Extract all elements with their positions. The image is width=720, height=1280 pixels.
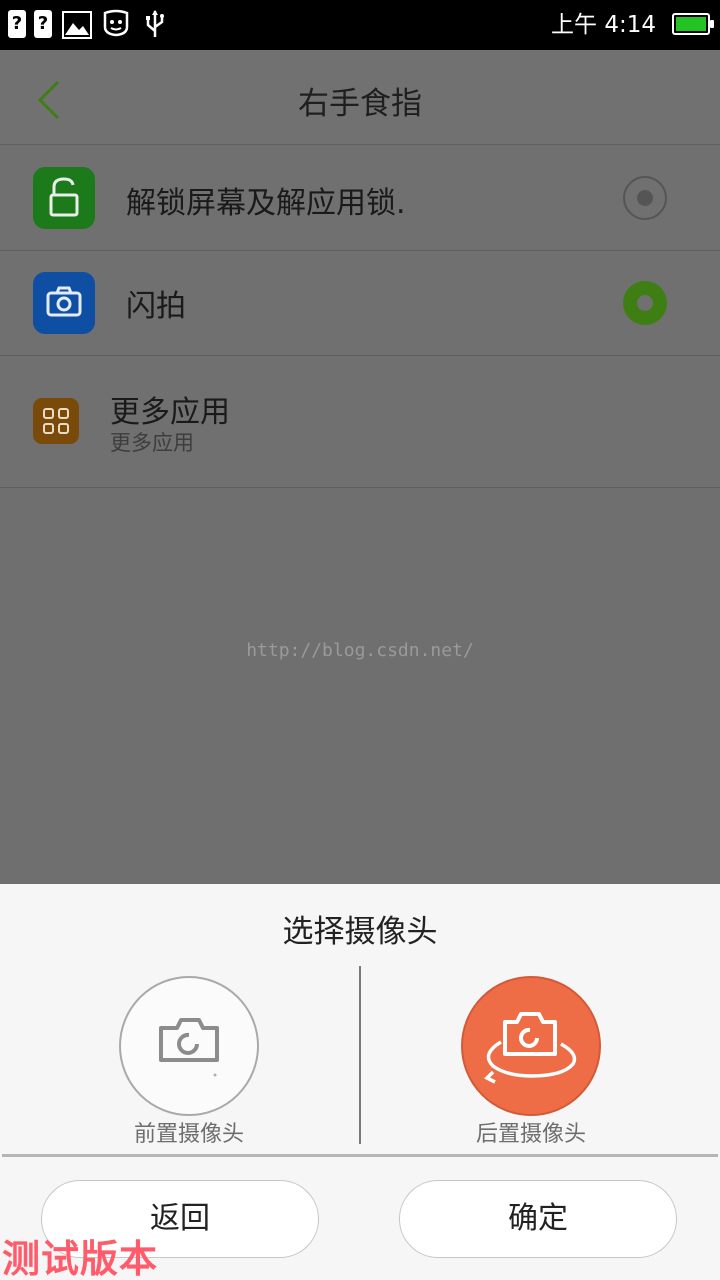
dialog-divider: [2, 1154, 718, 1157]
unknown-notification-icon: ?: [8, 10, 26, 38]
front-camera-option[interactable]: 前置摄像头: [69, 976, 309, 1147]
page-title: 右手食指: [298, 86, 422, 122]
list-item-unlock[interactable]: 解锁屏幕及解应用锁.: [0, 145, 720, 251]
gallery-icon: [62, 11, 92, 39]
list-item-more-apps[interactable]: 更多应用 更多应用: [0, 356, 720, 488]
clock: 上午 4:14: [551, 12, 656, 38]
usb-icon: [146, 10, 164, 37]
list-item-title: 解锁屏幕及解应用锁.: [126, 186, 406, 221]
camera-select-dialog: 选择摄像头 前置摄像头 后置摄像头 返回 确定: [0, 884, 720, 1280]
list-item-quick-shot[interactable]: 闪拍: [0, 251, 720, 356]
front-camera-label: 前置摄像头: [133, 1122, 244, 1147]
test-version-badge: 测试版本: [2, 1237, 159, 1280]
list-item-title: 更多应用: [110, 395, 230, 430]
confirm-button[interactable]: 确定: [399, 1180, 677, 1258]
radio-quick-shot[interactable]: [623, 281, 667, 325]
list-item-subtitle: 更多应用: [110, 431, 194, 455]
battery-icon: [672, 13, 714, 35]
face-app-icon: [103, 9, 129, 37]
front-camera-icon[interactable]: [119, 976, 259, 1116]
dialog-title: 选择摄像头: [282, 914, 438, 950]
apps-grid-icon: [33, 398, 79, 444]
unknown-notification-icon: ?: [34, 10, 52, 38]
status-bar: ? ? 上午 4:14: [0, 0, 720, 50]
option-divider: [359, 966, 361, 1144]
list-item-title: 闪拍: [126, 289, 186, 324]
radio-unlock[interactable]: [623, 176, 667, 220]
rear-camera-option[interactable]: 后置摄像头: [411, 976, 651, 1147]
rear-camera-label: 后置摄像头: [475, 1122, 586, 1147]
watermark: http://blog.csdn.net/: [246, 640, 474, 661]
camera-icon: [33, 272, 95, 334]
app-header: 右手食指: [0, 50, 720, 145]
rear-camera-icon[interactable]: [461, 976, 601, 1116]
unlock-icon: [33, 167, 95, 229]
